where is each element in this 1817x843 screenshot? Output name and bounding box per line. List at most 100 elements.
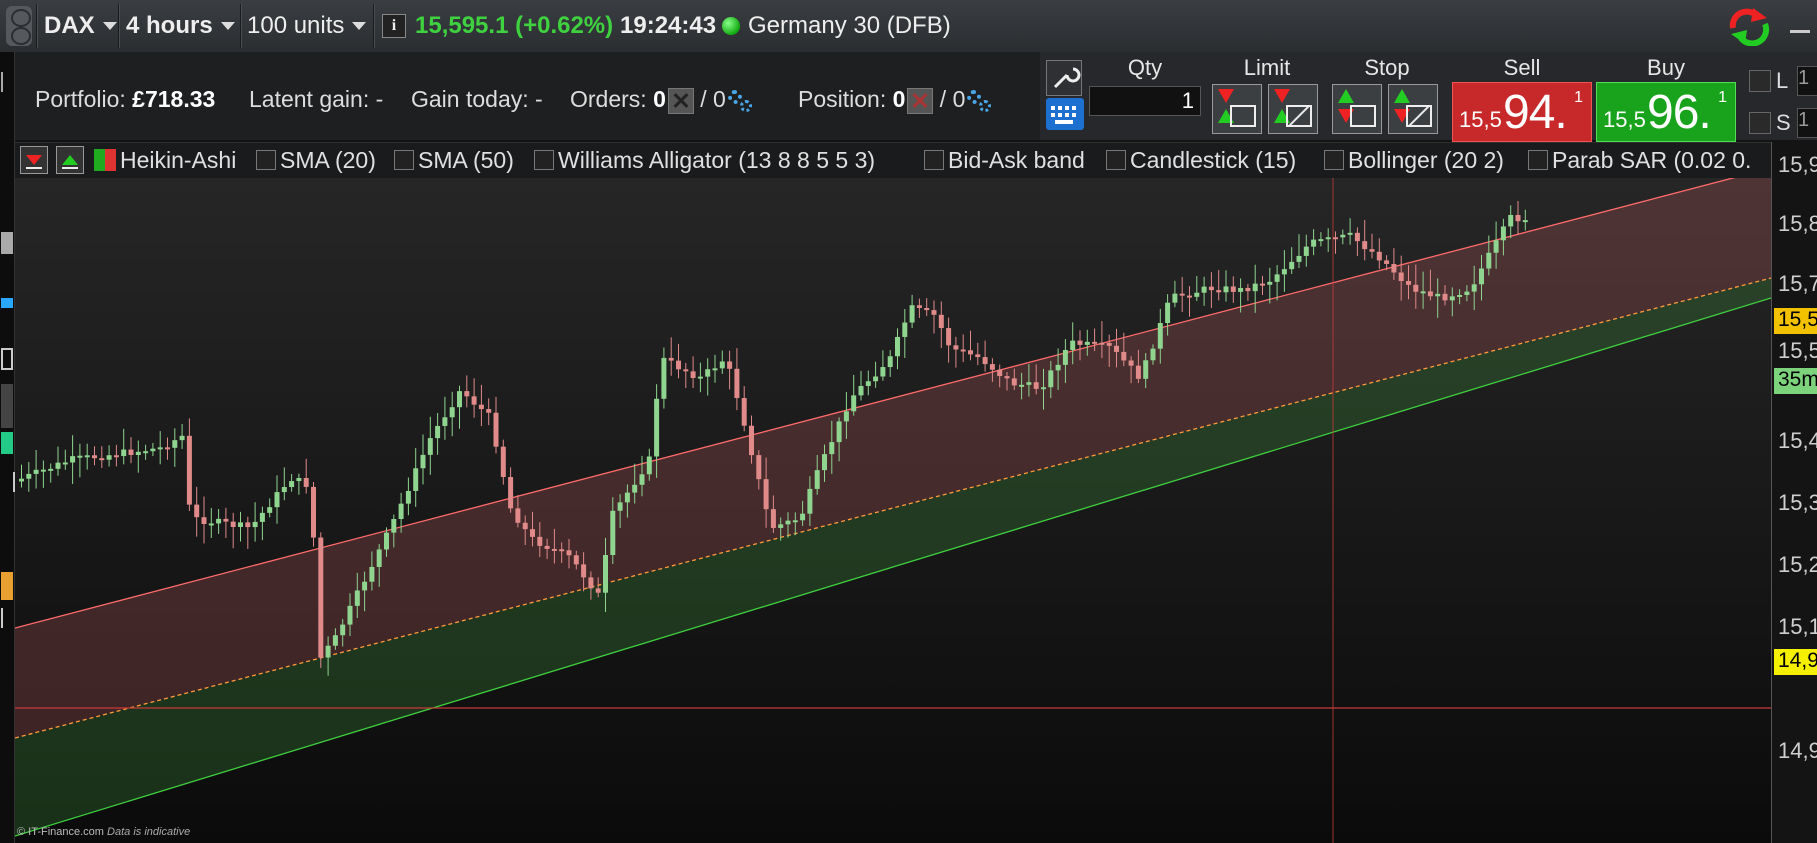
- indicator-label: Parab SAR (0.02 0.: [1552, 146, 1752, 173]
- candle-body: [1479, 268, 1484, 285]
- candle-body: [1267, 281, 1273, 285]
- line-tool-icon[interactable]: [1, 608, 15, 628]
- indicator-checkbox[interactable]: [534, 150, 554, 170]
- candle-body: [384, 532, 389, 550]
- indicator-checkbox[interactable]: [1528, 150, 1548, 170]
- orders-settings-icon[interactable]: [726, 88, 754, 114]
- stop-label: Stop: [1364, 55, 1410, 80]
- candle-body: [347, 605, 353, 625]
- info-button[interactable]: i: [382, 0, 406, 52]
- candle-body: [230, 521, 236, 528]
- limit-buy-button[interactable]: [1212, 84, 1262, 134]
- stop-distance-input[interactable]: 1: [1797, 108, 1817, 138]
- pencil-tool-icon[interactable]: [1, 232, 13, 254]
- indicator-checkbox[interactable]: [1106, 150, 1126, 170]
- candle-body: [201, 517, 207, 524]
- indicator-parabolic-sar[interactable]: Parab SAR (0.02 0.: [1528, 142, 1771, 178]
- candle-body: [851, 395, 857, 412]
- indicator-checkbox[interactable]: [1324, 150, 1344, 170]
- indicator-checkbox[interactable]: [924, 150, 944, 170]
- stop-checkbox[interactable]: [1749, 112, 1771, 134]
- indicator-label: Williams Alligator (13 8 8 5 5 3): [558, 146, 876, 173]
- candle-body: [1289, 261, 1295, 270]
- stop-buy-button[interactable]: [1332, 84, 1382, 134]
- limit-sell-button[interactable]: [1268, 84, 1318, 134]
- candle-body: [1084, 341, 1090, 345]
- candle-body: [902, 322, 908, 337]
- cursor-tool-icon[interactable]: [1, 298, 13, 308]
- sell-arrow-icon[interactable]: [20, 146, 48, 174]
- indicator-sma-20[interactable]: SMA (20): [256, 142, 376, 178]
- axis-tick-label: 14,9: [1778, 738, 1817, 763]
- candle-body: [654, 398, 660, 457]
- indicator-candlestick[interactable]: Candlestick (15): [1106, 142, 1296, 178]
- candle-body: [33, 469, 39, 474]
- rect-tool-icon[interactable]: [1, 348, 13, 370]
- indicator-checkbox[interactable]: [394, 150, 414, 170]
- buy-price-pip: 1: [1718, 89, 1727, 106]
- candle-body: [1019, 384, 1025, 387]
- copyright-footer: © IT-Finance.com Data is indicative: [17, 826, 190, 838]
- candle-body: [508, 477, 514, 509]
- fib-tool-icon[interactable]: [1, 572, 13, 600]
- price-chart[interactable]: [15, 178, 1771, 843]
- market-status: Germany 30 (DFB): [722, 0, 951, 52]
- cancel-orders-icon[interactable]: [667, 87, 694, 114]
- wrench-icon[interactable]: [1046, 60, 1082, 96]
- trend-tool-icon[interactable]: [1, 384, 13, 428]
- candle-body: [1157, 323, 1163, 349]
- units-select[interactable]: 100 units: [247, 0, 367, 52]
- candle-body: [829, 442, 835, 455]
- candle-body: [99, 458, 105, 461]
- position-label: Position:: [798, 86, 887, 112]
- minimize-icon[interactable]: [1790, 30, 1810, 33]
- indicator-bid-ask-band[interactable]: Bid-Ask band: [924, 142, 1085, 178]
- axis-tick-label: 15,1: [1778, 614, 1817, 639]
- buy-button[interactable]: 15,5 96. 1: [1596, 82, 1736, 142]
- candle-body: [624, 492, 630, 503]
- indicator-bollinger[interactable]: Bollinger (20 2): [1324, 142, 1504, 178]
- candle-body: [515, 508, 521, 523]
- limit-distance-input[interactable]: 1: [1797, 66, 1817, 96]
- stop-sell-button[interactable]: [1388, 84, 1438, 134]
- line-tool-icon[interactable]: [1, 72, 15, 92]
- close-position-icon[interactable]: [907, 87, 934, 114]
- axis-tick-label: 15,9: [1778, 152, 1817, 177]
- candle-body: [836, 421, 842, 443]
- candle-body: [975, 354, 981, 358]
- candle-body: [727, 361, 733, 369]
- triangle-tool-icon[interactable]: [1, 432, 13, 454]
- indicator-williams-alligator[interactable]: Williams Alligator (13 8 8 5 5 3): [534, 142, 875, 178]
- sell-button[interactable]: 15,5 94. 1: [1452, 82, 1592, 142]
- candle-body: [332, 635, 338, 646]
- candle-body: [639, 474, 645, 485]
- timeframe-select[interactable]: 4 hours: [126, 0, 235, 52]
- candle-body: [909, 305, 915, 323]
- candle-body: [785, 520, 791, 525]
- candle-body: [1296, 255, 1302, 262]
- indicator-checkbox[interactable]: [256, 150, 276, 170]
- position-settings-icon[interactable]: [965, 88, 993, 114]
- candle-body: [1281, 269, 1287, 275]
- limit-label: Limit: [1243, 55, 1291, 80]
- instrument-select[interactable]: DAX: [44, 0, 117, 52]
- indicator-sma-50[interactable]: SMA (50): [394, 142, 514, 178]
- qty-input[interactable]: [1089, 86, 1201, 116]
- candle-body: [734, 368, 740, 399]
- buy-arrow-icon[interactable]: [56, 146, 84, 174]
- candle-body: [960, 349, 966, 352]
- candle-body: [559, 549, 565, 552]
- candle-body: [1274, 274, 1280, 282]
- arrow-tool-icon[interactable]: [1, 472, 15, 492]
- keyboard-icon[interactable]: [1046, 98, 1084, 130]
- stop-checkbox-label: S: [1776, 110, 1791, 135]
- candle-body: [77, 455, 83, 458]
- candle-body: [318, 537, 324, 658]
- candle-body: [1376, 251, 1382, 261]
- indicator-heikin-ashi[interactable]: Heikin-Ashi: [94, 142, 236, 178]
- order-box-icon: [1350, 105, 1376, 127]
- refresh-icon[interactable]: [1727, 6, 1771, 46]
- orders-info: Orders: 0 / 0: [570, 86, 754, 114]
- candle-body: [931, 310, 937, 315]
- limit-checkbox[interactable]: [1749, 70, 1771, 92]
